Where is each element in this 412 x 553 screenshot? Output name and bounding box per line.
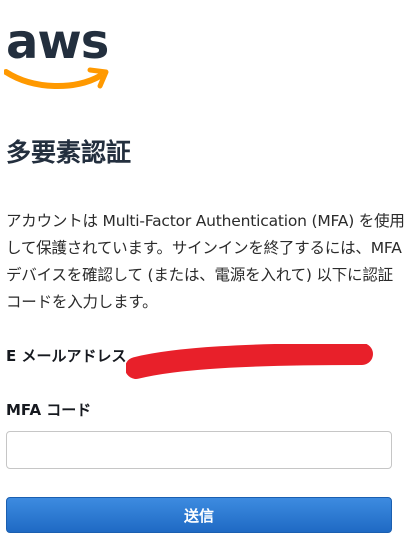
email-redaction-mark (126, 344, 373, 379)
mfa-description: アカウントは Multi-Factor Authentication (MFA)… (6, 212, 405, 311)
mfa-code-label: MFA コード (6, 401, 92, 419)
page-title: 多要素認証 (6, 138, 132, 167)
mfa-code-input[interactable] (6, 431, 392, 469)
email-label: E メールアドレス (6, 347, 127, 365)
mfa-page: aws 多要素認証 アカウントは Multi-Factor Authentica… (0, 0, 412, 553)
submit-button[interactable]: 送信 (6, 497, 392, 533)
aws-smile-icon (4, 67, 109, 90)
aws-logo: aws (4, 14, 114, 90)
aws-logo-text: aws (6, 14, 109, 70)
